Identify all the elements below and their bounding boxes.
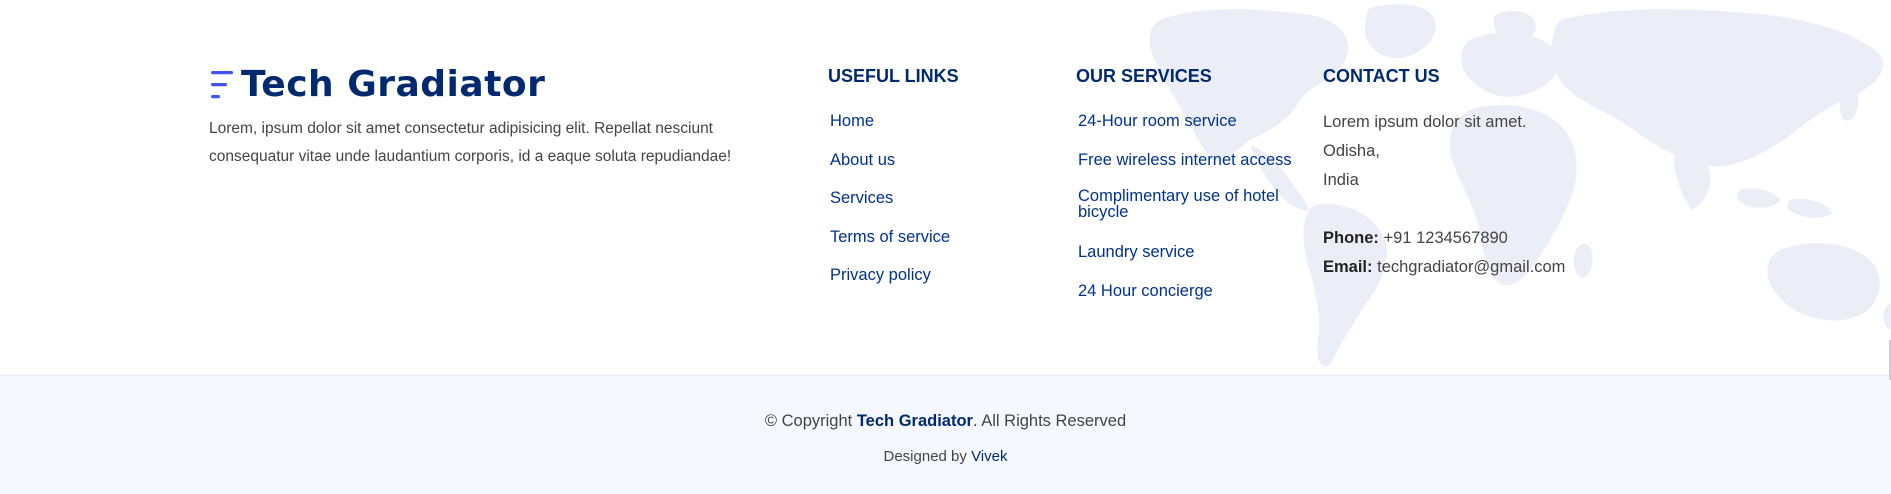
contact-email: Email: techgradiator@gmail.com [1323, 253, 1565, 282]
brand-name: Tech Gradiator [241, 64, 546, 105]
footer-bottom: © Copyright Tech Gradiator. All Rights R… [0, 375, 1891, 494]
contact-title: CONTACT US [1323, 66, 1440, 86]
useful-link-services[interactable]: Services [830, 186, 959, 225]
address-line-2: Odisha, [1323, 142, 1380, 160]
copyright-text: © Copyright Tech Gradiator. All Rights R… [0, 412, 1891, 431]
service-link-laundry[interactable]: Laundry service [1078, 240, 1293, 279]
footer-top: Tech Gradiator Lorem, ipsum dolor sit am… [0, 0, 1891, 375]
credits-text: Designed by Vivek [0, 448, 1891, 465]
useful-link-terms-of-service[interactable]: Terms of service [830, 225, 959, 264]
services-title: OUR SERVICES [1076, 66, 1212, 86]
credits-author-link[interactable]: Vivek [971, 448, 1007, 465]
address-line-3: India [1323, 171, 1359, 189]
services-column: OUR SERVICES 24-Hour room service Free w… [1076, 66, 1293, 317]
copyright-prefix: © Copyright [764, 412, 853, 430]
phone-label: Phone: [1323, 229, 1379, 247]
service-link-wireless-internet[interactable]: Free wireless internet access [1078, 148, 1293, 187]
contact-details: Lorem ipsum dolor sit amet. Odisha, Indi… [1323, 108, 1565, 282]
credits-prefix: Designed by [883, 448, 967, 465]
brand-logo[interactable]: Tech Gradiator [209, 64, 545, 105]
contact-phone: Phone: +91 1234567890 [1323, 224, 1565, 253]
address-line-1: Lorem ipsum dolor sit amet. [1323, 113, 1527, 131]
useful-link-privacy-policy[interactable]: Privacy policy [830, 263, 959, 302]
contact-spacer [1323, 195, 1565, 224]
services-list: 24-Hour room service Free wireless inter… [1076, 109, 1293, 317]
useful-link-home[interactable]: Home [830, 109, 959, 148]
menu-lines-logo-icon [211, 70, 233, 98]
copyright-brand: Tech Gradiator [856, 412, 973, 430]
service-link-room-service[interactable]: 24-Hour room service [1078, 109, 1293, 148]
contact-column: CONTACT US Lorem ipsum dolor sit amet. O… [1323, 66, 1565, 282]
copyright-suffix: . All Rights Reserved [972, 412, 1127, 430]
service-link-hotel-bicycle[interactable]: Complimentary use of hotel bicycle [1078, 186, 1293, 240]
useful-links-list: Home About us Services Terms of service … [828, 109, 959, 302]
phone-value: +91 1234567890 [1383, 229, 1508, 247]
useful-link-about-us[interactable]: About us [830, 148, 959, 187]
email-value: techgradiator@gmail.com [1377, 258, 1566, 276]
brand-description: Lorem, ipsum dolor sit amet consectetur … [209, 120, 732, 165]
useful-links-column: USEFUL LINKS Home About us Services Term… [828, 66, 959, 302]
email-label: Email: [1323, 258, 1373, 276]
useful-links-title: USEFUL LINKS [828, 66, 959, 86]
service-link-concierge[interactable]: 24 Hour concierge [1078, 279, 1293, 318]
